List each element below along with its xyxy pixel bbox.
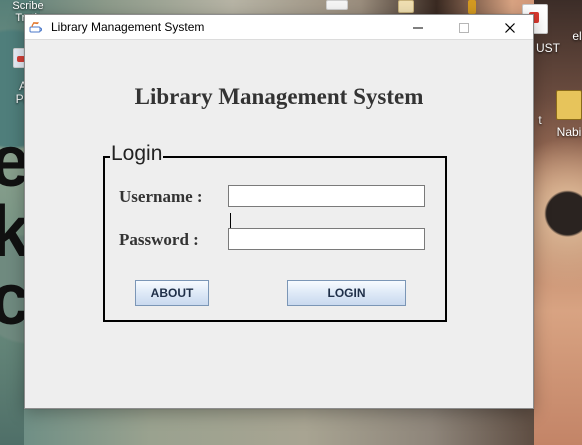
close-button[interactable] <box>487 15 533 40</box>
maximize-button[interactable] <box>441 15 487 40</box>
window-controls <box>395 15 533 40</box>
login-legend: Login <box>110 142 164 165</box>
maximize-icon <box>459 22 469 33</box>
desktop-folder-icon-2[interactable] <box>468 0 476 14</box>
desktop-right-label-1: UST <box>536 41 560 55</box>
window-content: Library Management System Login Username… <box>25 40 533 408</box>
about-button[interactable]: ABOUT <box>135 280 209 306</box>
minimize-icon <box>413 27 423 28</box>
page-title: Library Management System <box>134 84 424 109</box>
password-input[interactable] <box>228 228 425 250</box>
username-caret <box>230 213 231 229</box>
desktop-right-label-3: t <box>538 113 542 127</box>
title-bar[interactable]: Library Management System <box>25 15 533 40</box>
password-label: Password : <box>119 230 199 249</box>
minimize-button[interactable] <box>395 15 441 40</box>
desktop-right-label-4: Nabi <box>556 125 582 139</box>
username-input[interactable] <box>228 185 425 207</box>
username-label: Username : <box>119 187 203 206</box>
desktop-right-strip <box>534 0 582 445</box>
java-icon <box>29 20 43 34</box>
login-button[interactable]: LOGIN <box>287 280 406 306</box>
main-window: Library Management System Library Manage… <box>24 14 534 409</box>
window-title: Library Management System <box>51 20 205 34</box>
desktop-right-label-2: el <box>572 29 582 43</box>
desktop-bottom-strip <box>24 408 534 445</box>
desktop-folder-icon[interactable] <box>398 0 414 13</box>
desktop-archive-icon[interactable] <box>556 90 582 120</box>
desktop-file-icon[interactable] <box>326 0 348 10</box>
close-icon <box>505 22 515 33</box>
